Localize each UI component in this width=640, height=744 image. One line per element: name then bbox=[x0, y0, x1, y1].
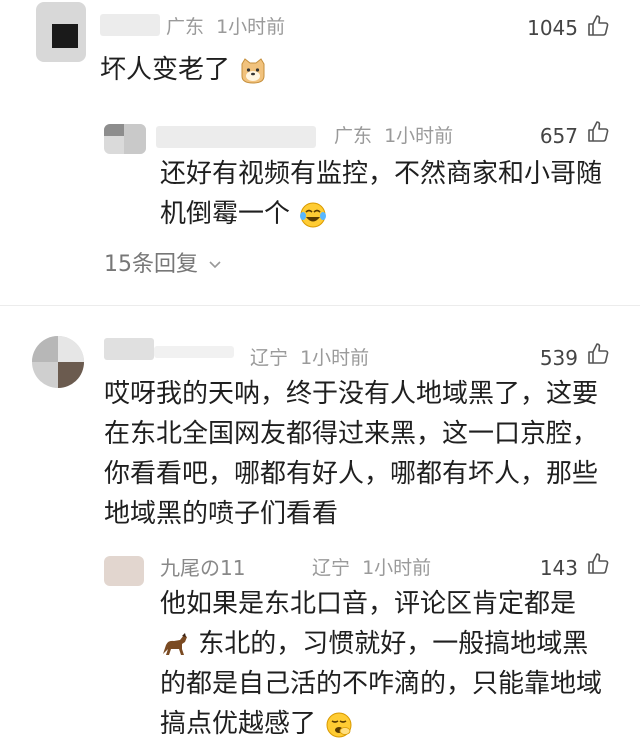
reply-text-line: 的都是自己活的不咋滴的，只能靠地域 bbox=[160, 669, 603, 699]
reply-meta: 广东 1小时前 bbox=[334, 121, 453, 148]
avatar[interactable] bbox=[36, 2, 86, 62]
reply-text-line: 搞点优越感了 bbox=[160, 709, 317, 739]
timestamp: 1小时前 bbox=[362, 557, 432, 579]
reply-text-line: 机倒霉一个 bbox=[160, 199, 291, 229]
comment-text-line: 哎呀我的天呐，终于没有人地域黑了，这要 bbox=[104, 379, 599, 409]
reply-text-line: 东北的，习惯就好，一般搞地域黑 bbox=[198, 629, 589, 659]
reply-username[interactable] bbox=[156, 126, 316, 148]
reply-count: 15条回复 bbox=[104, 252, 198, 277]
reply-username[interactable]: 九尾の11 bbox=[160, 552, 245, 581]
location: 广东 bbox=[334, 125, 373, 147]
reply-text-line: 还好有视频有监控，不然商家和小哥随 bbox=[160, 159, 603, 189]
username[interactable] bbox=[100, 14, 160, 36]
thumbs-up-icon[interactable] bbox=[586, 552, 610, 576]
reply-meta: 辽宁 1小时前 bbox=[312, 553, 431, 580]
comment-meta: 广东 1小时前 bbox=[166, 12, 285, 39]
like-count: 539 bbox=[539, 346, 578, 370]
yawn-face-icon bbox=[326, 712, 352, 737]
reply-text-line: 他如果是东北口音，评论区肯定都是 bbox=[160, 589, 577, 619]
comment-meta: 辽宁 1小时前 bbox=[250, 343, 369, 370]
comment-text-line: 地域黑的喷子们看看 bbox=[104, 499, 339, 529]
location: 辽宁 bbox=[250, 347, 289, 369]
view-replies-link[interactable]: 15条回复 bbox=[104, 246, 223, 278]
thumbs-up-icon[interactable] bbox=[586, 342, 610, 366]
like-count: 143 bbox=[539, 556, 578, 580]
like-count: 1045 bbox=[527, 16, 578, 40]
reply-avatar[interactable] bbox=[104, 556, 144, 586]
location: 广东 bbox=[166, 16, 205, 38]
username-tail bbox=[154, 346, 234, 358]
thumbs-up-icon[interactable] bbox=[586, 14, 610, 38]
timestamp: 1小时前 bbox=[384, 125, 454, 147]
username[interactable] bbox=[104, 338, 154, 360]
dog-face-icon bbox=[241, 57, 265, 84]
like-count: 657 bbox=[539, 124, 578, 148]
horse-icon bbox=[163, 632, 187, 655]
timestamp: 1小时前 bbox=[216, 16, 286, 38]
comment-text-line: 你看看吧，哪都有好人，哪都有坏人，那些 bbox=[104, 459, 599, 489]
comment-text-line: 在东北全国网友都得过来黑，这一口京腔， bbox=[104, 419, 599, 449]
thumbs-up-icon[interactable] bbox=[586, 120, 610, 144]
laughing-tears-face-icon bbox=[300, 202, 327, 227]
comment-text: 坏人变老了 bbox=[100, 55, 231, 85]
timestamp: 1小时前 bbox=[300, 347, 370, 369]
avatar[interactable] bbox=[32, 336, 84, 388]
location: 辽宁 bbox=[312, 557, 351, 579]
chevron-down-icon bbox=[209, 261, 221, 269]
reply-avatar[interactable] bbox=[104, 124, 146, 154]
divider bbox=[0, 305, 640, 306]
